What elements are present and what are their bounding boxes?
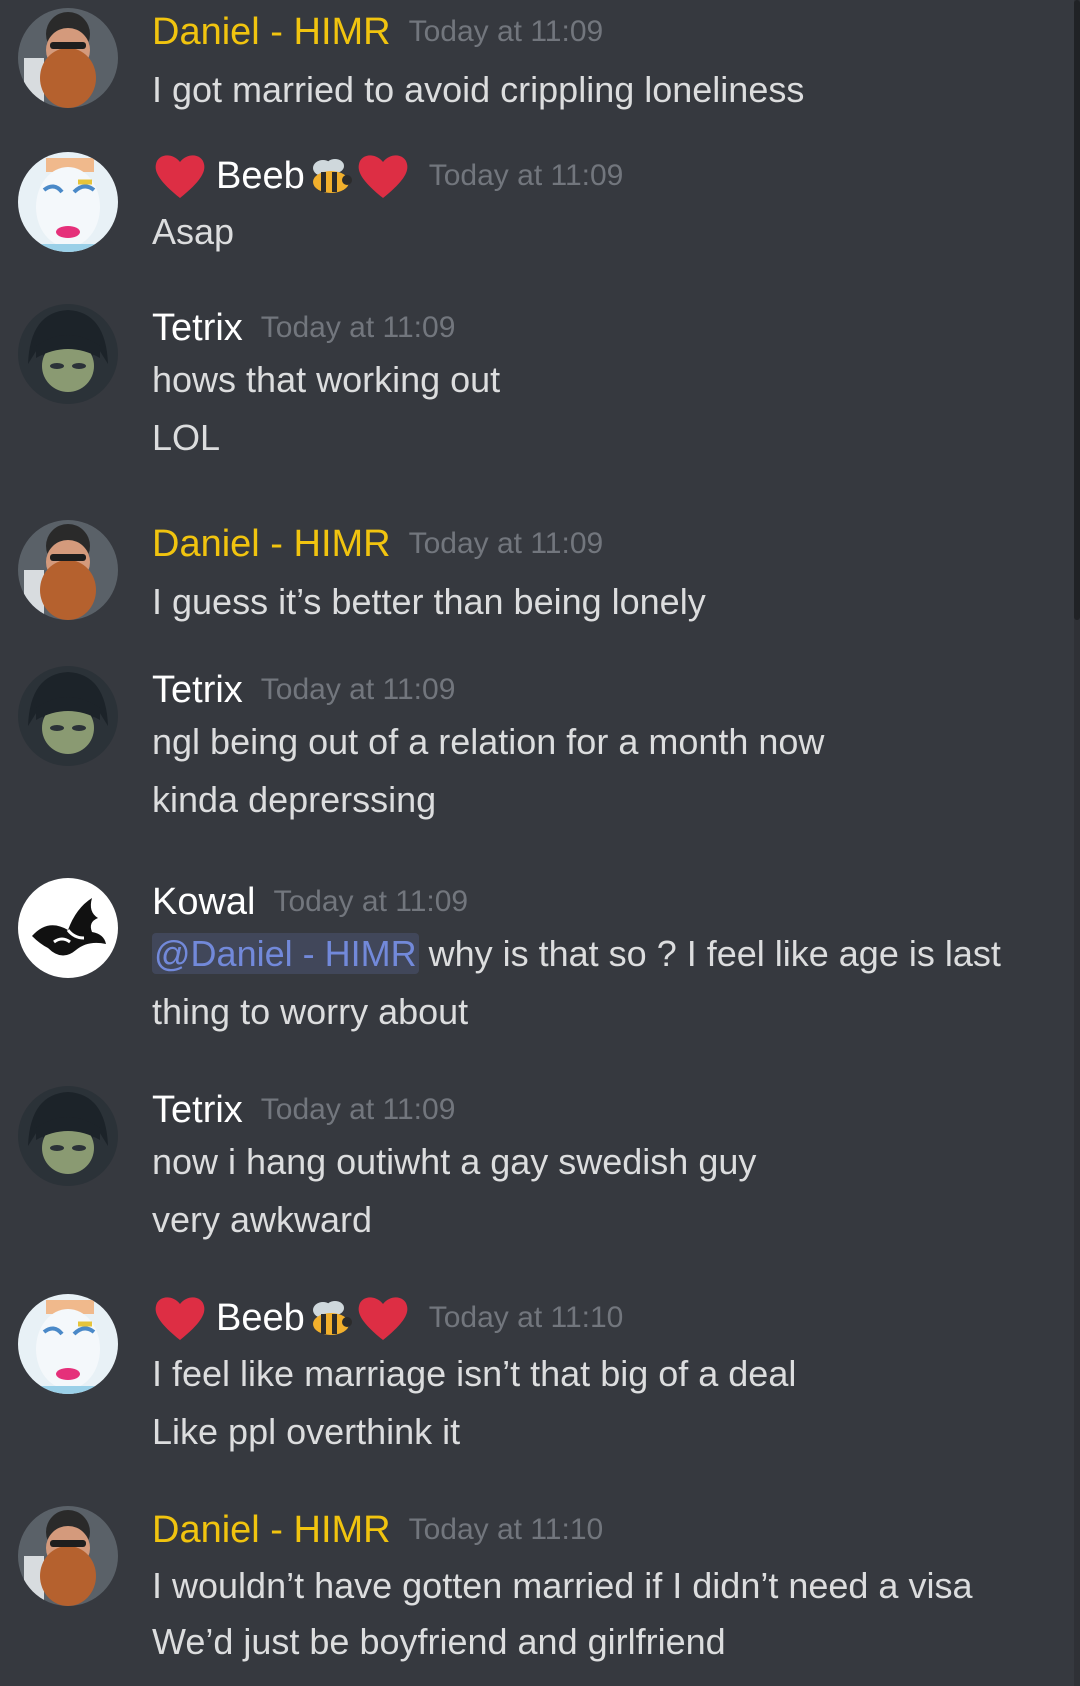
message-header: Tetrix Today at 11:09 (152, 1086, 455, 1134)
message-text: now i hang outiwht a gay swedish guy (152, 1141, 757, 1182)
username[interactable]: Beeb (216, 152, 305, 200)
username[interactable]: Daniel - HIMR (152, 1506, 391, 1554)
avatar-beeb[interactable] (18, 1294, 118, 1394)
message-text: Asap (152, 211, 235, 252)
message-text: I got married to avoid crippling lonelin… (152, 69, 805, 110)
avatar-kowal[interactable] (18, 878, 118, 978)
chat-message-list: Daniel - HIMR Today at 11:09 I got marri… (0, 0, 1080, 1686)
message-text-segment: why is that so ? I feel like age is last (418, 933, 1001, 974)
timestamp: Today at 11:09 (260, 311, 456, 344)
avatar-tetrix[interactable] (18, 1086, 118, 1186)
username[interactable]: Beeb (216, 1294, 305, 1342)
timestamp: Today at 11:10 (428, 1301, 624, 1334)
user-mention[interactable]: @Daniel - HIMR (152, 933, 419, 974)
avatar-beeb[interactable] (18, 152, 118, 252)
message-header: Kowal Today at 11:09 (152, 878, 468, 926)
message-header: Daniel - HIMR Today at 11:09 (152, 520, 603, 568)
message-header: Tetrix Today at 11:09 (152, 666, 455, 714)
red-heart-icon (152, 152, 208, 200)
username[interactable]: Tetrix (152, 666, 243, 714)
message-text: hows that working out (152, 359, 501, 400)
timestamp: Today at 11:09 (260, 1093, 456, 1126)
avatar-daniel[interactable] (18, 520, 118, 620)
username[interactable]: Kowal (152, 878, 256, 926)
message-header: Beeb Today at 11:10 (152, 1294, 623, 1342)
message-header: Beeb Today at 11:09 (152, 152, 623, 200)
timestamp: Today at 11:09 (428, 159, 624, 192)
bee-icon (305, 1298, 355, 1338)
message-text: I feel like marriage isn’t that big of a… (152, 1353, 797, 1394)
username[interactable]: Tetrix (152, 1086, 243, 1134)
message-header: Daniel - HIMR Today at 11:10 (152, 1506, 603, 1554)
timestamp: Today at 11:09 (408, 15, 604, 48)
message-text: I wouldn’t have gotten married if I didn… (152, 1565, 973, 1606)
message-text: We’d just be boyfriend and girlfriend (152, 1621, 726, 1662)
red-heart-icon (355, 1294, 411, 1342)
timestamp: Today at 11:09 (408, 527, 604, 560)
message-text: thing to worry about (152, 991, 469, 1032)
message-header: Daniel - HIMR Today at 11:09 (152, 8, 603, 56)
message-text: ngl being out of a relation for a month … (152, 721, 825, 762)
scrollbar-track[interactable] (1074, 0, 1080, 1686)
message-text: LOL (152, 417, 221, 458)
avatar-daniel[interactable] (18, 1506, 118, 1606)
timestamp: Today at 11:09 (260, 673, 456, 706)
bee-icon (305, 156, 355, 196)
red-heart-icon (355, 152, 411, 200)
timestamp: Today at 11:10 (408, 1513, 604, 1546)
scrollbar-thumb[interactable] (1074, 0, 1080, 620)
red-heart-icon (152, 1294, 208, 1342)
message-text: kinda deprerssing (152, 779, 437, 820)
username[interactable]: Daniel - HIMR (152, 8, 391, 56)
message-text: very awkward (152, 1199, 373, 1240)
avatar-daniel[interactable] (18, 8, 118, 108)
message-text: Like ppl overthink it (152, 1411, 461, 1452)
username[interactable]: Tetrix (152, 304, 243, 352)
message-text: @Daniel - HIMR why is that so ? I feel l… (152, 932, 1001, 976)
username[interactable]: Daniel - HIMR (152, 520, 391, 568)
message-header: Tetrix Today at 11:09 (152, 304, 455, 352)
avatar-tetrix[interactable] (18, 666, 118, 766)
avatar-tetrix[interactable] (18, 304, 118, 404)
timestamp: Today at 11:09 (273, 885, 469, 918)
message-text: I guess it’s better than being lonely (152, 581, 706, 622)
